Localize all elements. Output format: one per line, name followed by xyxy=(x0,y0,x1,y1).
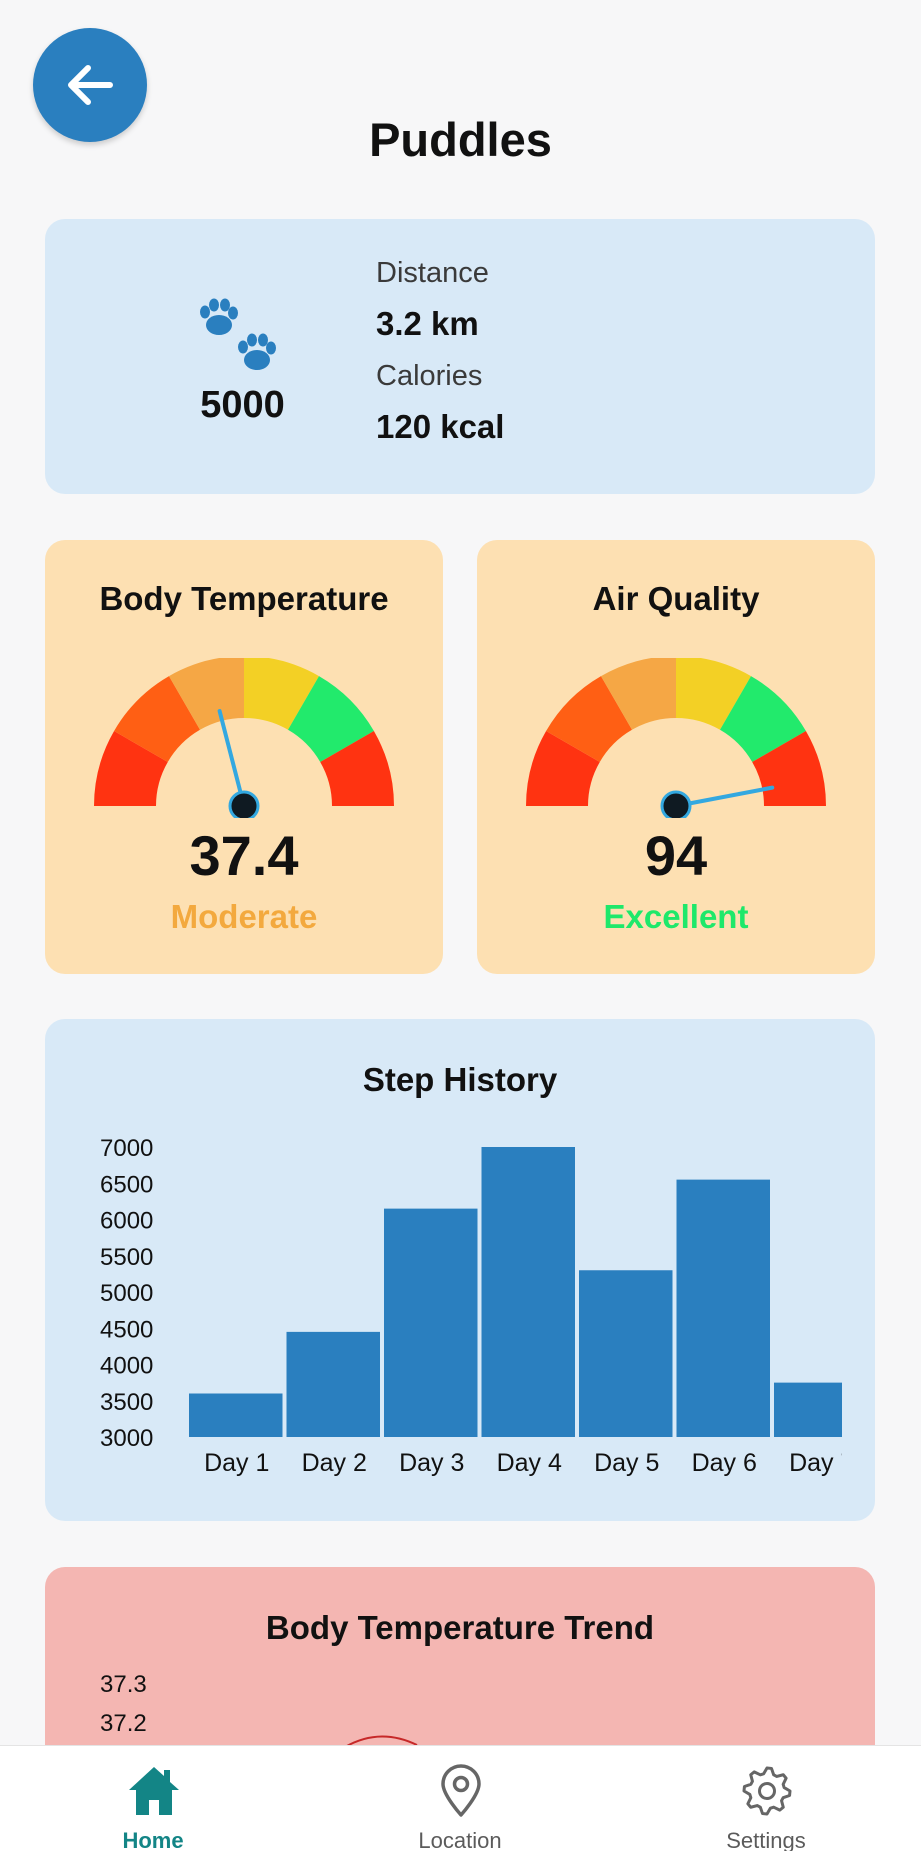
y-tick-label: 6500 xyxy=(100,1171,153,1198)
step-bar xyxy=(676,1179,770,1437)
step-bar xyxy=(384,1208,478,1437)
nav-location-label: Location xyxy=(418,1828,502,1851)
air-quality-value: 94 xyxy=(644,824,708,887)
body-temperature-title: Body Temperature xyxy=(99,580,389,617)
air-quality-status: Excellent xyxy=(603,898,749,935)
step-bar xyxy=(774,1382,842,1437)
body-temperature-status: Moderate xyxy=(170,898,318,935)
y-tick-label: 7000 xyxy=(100,1135,153,1162)
body-temperature-value: 37.4 xyxy=(189,824,299,887)
nav-home[interactable]: Home xyxy=(53,1746,253,1851)
calories-value: 120 kcal xyxy=(376,408,505,445)
nav-location[interactable]: Location xyxy=(360,1746,560,1851)
y-tick-label: 5000 xyxy=(100,1280,153,1307)
body-temperature-gauge-hub xyxy=(228,790,260,818)
step-history-card: Step History 7000 6500 6000 5500 5000 4500 400… xyxy=(45,1019,875,1521)
air-quality-title: Air Quality xyxy=(592,580,760,617)
activity-summary-card: 5000 Distance 3.2 km Calories 120 kcal xyxy=(45,219,875,494)
distance-label: Distance xyxy=(376,257,489,289)
gear-icon xyxy=(742,1766,792,1816)
air-quality-card: Air Quality 94 Excellent xyxy=(477,540,875,974)
bottom-navigation: Home Location Settings xyxy=(0,1745,921,1851)
nav-settings-label: Settings xyxy=(726,1828,806,1851)
y-tick-label: 3000 xyxy=(100,1425,153,1452)
page-title: Puddles xyxy=(369,113,552,166)
arrow-left-icon xyxy=(68,65,113,105)
step-bar xyxy=(189,1393,283,1437)
body-temperature-card: Body Temperature 37.4 Moderate xyxy=(45,540,443,974)
steps-count: 5000 xyxy=(200,384,285,426)
air-quality-gauge-hub xyxy=(660,790,692,818)
body-temperature-gauge xyxy=(94,658,394,818)
x-tick-label: Day 3 xyxy=(399,1449,464,1477)
x-tick-label: Day 4 xyxy=(497,1449,562,1477)
nav-home-label: Home xyxy=(122,1828,184,1851)
calories-label: Calories xyxy=(376,360,483,392)
trend-y-tick-label: 37.2 xyxy=(100,1710,147,1737)
y-tick-label: 4000 xyxy=(100,1353,153,1380)
step-history-chart: 7000 6500 6000 5500 5000 4500 4000 3500 3000 Day … xyxy=(100,1135,854,1477)
x-tick-label: Day 7 xyxy=(789,1449,854,1477)
trend-y-tick-label: 37.3 xyxy=(100,1671,147,1698)
step-bar xyxy=(579,1270,673,1437)
x-tick-label: Day 2 xyxy=(302,1449,367,1477)
paw-prints-icon xyxy=(200,298,276,370)
step-bar xyxy=(286,1331,380,1437)
x-tick-label: Day 5 xyxy=(594,1449,659,1477)
x-tick-label: Day 6 xyxy=(692,1449,757,1477)
location-pin-icon xyxy=(441,1764,481,1817)
step-bar xyxy=(481,1147,575,1437)
y-tick-label: 6000 xyxy=(100,1208,153,1235)
y-tick-label: 5500 xyxy=(100,1244,153,1271)
y-tick-label: 3500 xyxy=(100,1389,153,1416)
x-tick-label: Day 1 xyxy=(204,1449,269,1477)
y-tick-label: 4500 xyxy=(100,1316,153,1343)
pet-dashboard-screen: Puddles 5000 Distance 3.2 km Calories 12… xyxy=(0,0,921,1851)
nav-settings[interactable]: Settings xyxy=(666,1746,866,1851)
home-icon xyxy=(129,1767,179,1815)
air-quality-gauge xyxy=(526,658,826,818)
distance-value: 3.2 km xyxy=(376,305,479,342)
